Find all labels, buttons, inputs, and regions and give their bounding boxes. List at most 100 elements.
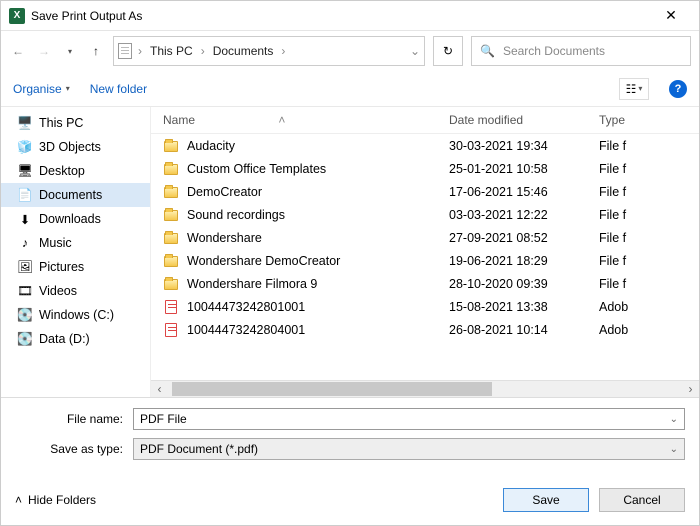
file-date: 19-06-2021 18:29: [449, 254, 599, 268]
search-icon: 🔍: [480, 44, 495, 58]
main-body: 🖥️This PC🧊3D Objects 🖥 Desktop 📄Documents ⬇ D…: [1, 107, 699, 397]
search-box[interactable]: 🔍 Search Documents: [471, 36, 691, 66]
column-headers[interactable]: Name ˄ Date modified Type: [151, 107, 699, 134]
file-type: File f: [599, 139, 691, 153]
excel-icon: X: [9, 8, 25, 24]
hide-folders-toggle[interactable]: ˄ Hide Folders: [15, 493, 96, 507]
breadcrumb-root[interactable]: This PC: [148, 44, 195, 58]
file-type: File f: [599, 277, 691, 291]
file-row[interactable]: Audacity30-03-2021 19:34File f: [151, 134, 699, 157]
file-row[interactable]: DemoCreator17-06-2021 15:46File f: [151, 180, 699, 203]
col-type[interactable]: Type: [599, 113, 691, 127]
scroll-thumb[interactable]: [172, 382, 492, 396]
file-date: 30-03-2021 19:34: [449, 139, 599, 153]
address-dropdown-icon[interactable]: ⌄: [410, 44, 420, 58]
sidebar-item-label: Desktop: [39, 164, 85, 178]
toolbar: Organise▾ New folder ☷ ▾ ?: [1, 71, 699, 107]
refresh-button[interactable]: ↻: [433, 36, 463, 66]
file-name: Custom Office Templates: [187, 162, 326, 176]
view-options-button[interactable]: ☷ ▾: [619, 78, 649, 100]
sidebar-item-videos[interactable]: 🎞Videos: [1, 279, 150, 303]
file-date: 27-09-2021 08:52: [449, 231, 599, 245]
save-button[interactable]: Save: [503, 488, 589, 512]
sidebar-item-music[interactable]: ♪ Music: [1, 231, 150, 255]
up-button[interactable]: ↑: [87, 42, 105, 60]
pdf-icon: [165, 300, 177, 314]
folder-icon: [164, 141, 178, 152]
file-row[interactable]: Wondershare Filmora 928-10-2020 09:39Fil…: [151, 272, 699, 295]
new-folder-button[interactable]: New folder: [90, 82, 147, 96]
music-icon: ♪: [17, 235, 33, 251]
sidebar-item-label: Downloads: [39, 212, 101, 226]
file-type: Adob: [599, 323, 691, 337]
sidebar-item-label: Pictures: [39, 260, 84, 274]
sidebar-item-label: Music: [39, 236, 72, 250]
pdf-icon: [165, 323, 177, 337]
file-row[interactable]: 10044473242804001 26-08-2021 10:14Adob: [151, 318, 699, 341]
sidebar-item-desktop[interactable]: 🖥 Desktop: [1, 159, 150, 183]
address-bar[interactable]: › This PC › Documents › ⌄: [113, 36, 425, 66]
sidebar-item-windows-c-[interactable]: 💽 Windows (C:): [1, 303, 150, 327]
file-rows[interactable]: Audacity30-03-2021 19:34File fCustom Off…: [151, 134, 699, 380]
file-type: Adob: [599, 300, 691, 314]
help-button[interactable]: ?: [669, 80, 687, 98]
file-name: Sound recordings: [187, 208, 285, 222]
drive-icon: 💽: [17, 331, 33, 347]
file-date: 25-01-2021 10:58: [449, 162, 599, 176]
file-row[interactable]: Wondershare27-09-2021 08:52File f: [151, 226, 699, 249]
sidebar-item-3d-objects[interactable]: 🧊3D Objects: [1, 135, 150, 159]
file-row[interactable]: 10044473242801001 15-08-2021 13:38Adob: [151, 295, 699, 318]
pictures-icon: 🖼: [17, 259, 33, 275]
sidebar-item-pictures[interactable]: 🖼 Pictures: [1, 255, 150, 279]
sidebar-item-label: This PC: [39, 116, 83, 130]
file-type: File f: [599, 185, 691, 199]
sidebar-item-downloads[interactable]: ⬇ Downloads: [1, 207, 150, 231]
horizontal-scrollbar[interactable]: ‹ ›: [151, 380, 699, 397]
nav-row: ← → ▾ ↑ › This PC › Documents › ⌄ ↻ 🔍 Se…: [1, 31, 699, 71]
organise-button[interactable]: Organise▾: [13, 82, 70, 96]
drive-icon: 💽: [17, 307, 33, 323]
filename-label: File name:: [15, 412, 133, 426]
breadcrumb-folder[interactable]: Documents: [211, 44, 276, 58]
folder-icon: [164, 210, 178, 221]
file-row[interactable]: Sound recordings03-03-2021 12:22File f: [151, 203, 699, 226]
folder-page-icon: [118, 43, 132, 59]
col-date[interactable]: Date modified: [449, 113, 599, 127]
file-name: 10044473242804001: [187, 323, 305, 337]
file-type: File f: [599, 162, 691, 176]
file-date: 26-08-2021 10:14: [449, 323, 599, 337]
savetype-dropdown[interactable]: PDF Document (*.pdf) ⌄: [133, 438, 685, 460]
sidebar-item-label: 3D Objects: [39, 140, 101, 154]
file-row[interactable]: Custom Office Templates 25-01-2021 10:58F…: [151, 157, 699, 180]
chevron-right-icon: ›: [281, 44, 285, 58]
chevron-right-icon: ›: [138, 44, 142, 58]
chevron-right-icon: ›: [201, 44, 205, 58]
downloads-icon: ⬇: [17, 211, 33, 227]
sidebar-item-data-d-[interactable]: 💽Data (D:): [1, 327, 150, 351]
close-button[interactable]: ✕: [651, 7, 691, 24]
savetype-label: Save as type:: [15, 442, 133, 456]
file-name: Wondershare: [187, 231, 262, 245]
file-name: DemoCreator: [187, 185, 262, 199]
sidebar-item-label: Windows (C:): [39, 308, 114, 322]
search-placeholder: Search Documents: [503, 44, 605, 58]
col-name[interactable]: Name ˄: [159, 113, 449, 127]
sidebar-item-documents[interactable]: 📄Documents: [1, 183, 150, 207]
desktop-icon: 🖥: [17, 163, 33, 179]
filename-input[interactable]: PDF File ⌄: [133, 408, 685, 430]
scroll-left-icon[interactable]: ‹: [151, 381, 168, 398]
recent-dropdown[interactable]: ▾: [61, 42, 79, 60]
file-row[interactable]: Wondershare DemoCreator19-06-2021 18:29F…: [151, 249, 699, 272]
sidebar[interactable]: 🖥️This PC🧊3D Objects 🖥 Desktop 📄Documents ⬇ D…: [1, 107, 151, 397]
window-title: Save Print Output As: [31, 9, 651, 23]
forward-button[interactable]: →: [35, 42, 53, 60]
back-button[interactable]: ←: [9, 42, 27, 60]
cancel-button[interactable]: Cancel: [599, 488, 685, 512]
sidebar-item-label: Documents: [39, 188, 102, 202]
scroll-right-icon[interactable]: ›: [682, 381, 699, 398]
sidebar-item-this-pc[interactable]: 🖥️This PC: [1, 111, 150, 135]
chevron-down-icon[interactable]: ⌄: [670, 444, 678, 455]
file-date: 15-08-2021 13:38: [449, 300, 599, 314]
file-name: 10044473242801001: [187, 300, 305, 314]
chevron-down-icon[interactable]: ⌄: [670, 414, 678, 425]
